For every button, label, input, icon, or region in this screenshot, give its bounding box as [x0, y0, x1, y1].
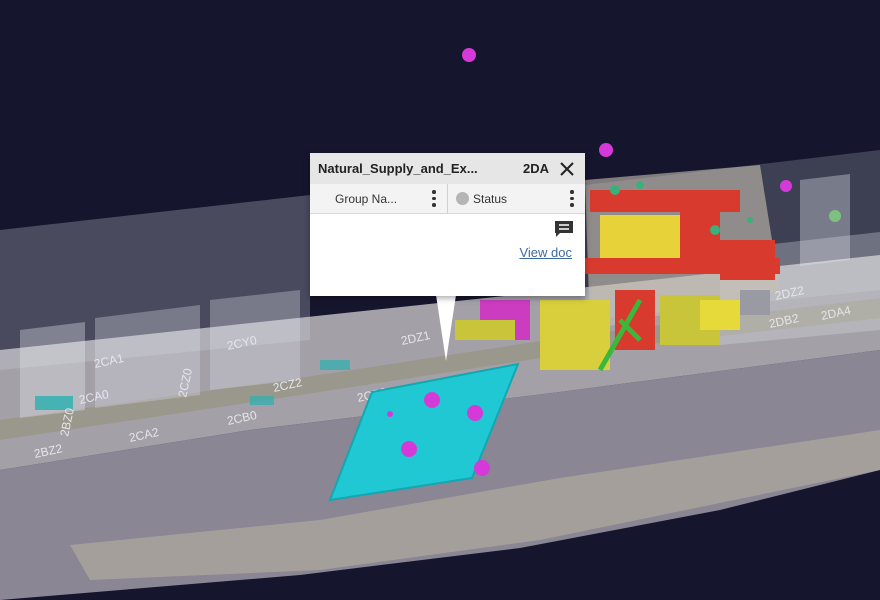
- object-info-popup: Natural_Supply_and_Ex... 2DA Group Na...…: [310, 153, 585, 296]
- issue-marker: [474, 460, 490, 476]
- issue-marker: [780, 180, 792, 192]
- popup-title: Natural_Supply_and_Ex...: [318, 161, 478, 176]
- group-name-label: Group Na...: [335, 191, 398, 206]
- view-doc-link[interactable]: View doc: [519, 245, 572, 260]
- comment-icon[interactable]: [554, 220, 574, 238]
- issue-marker: [401, 441, 417, 457]
- popup-code: 2DA: [522, 161, 549, 176]
- group-name-column[interactable]: Group Na...: [310, 184, 447, 213]
- more-options-icon[interactable]: [429, 190, 439, 207]
- issue-marker: [387, 411, 393, 417]
- issue-marker: [424, 392, 440, 408]
- status-dot-icon: [456, 192, 469, 205]
- issue-marker: [599, 143, 613, 157]
- popup-columns: Group Na... Status: [310, 184, 585, 214]
- issue-marker: [467, 405, 483, 421]
- status-label: Status: [473, 191, 508, 206]
- more-options-icon[interactable]: [567, 190, 577, 207]
- popup-header: Natural_Supply_and_Ex... 2DA: [310, 153, 585, 184]
- teal-floor-tile: [320, 360, 350, 370]
- teal-floor-tile: [250, 396, 274, 405]
- compartment-box: [800, 174, 850, 266]
- group-color-icon: [318, 192, 331, 205]
- popup-pointer: [436, 295, 456, 361]
- status-column[interactable]: Status: [447, 184, 585, 213]
- issue-marker: [462, 48, 476, 62]
- close-icon[interactable]: [559, 161, 575, 177]
